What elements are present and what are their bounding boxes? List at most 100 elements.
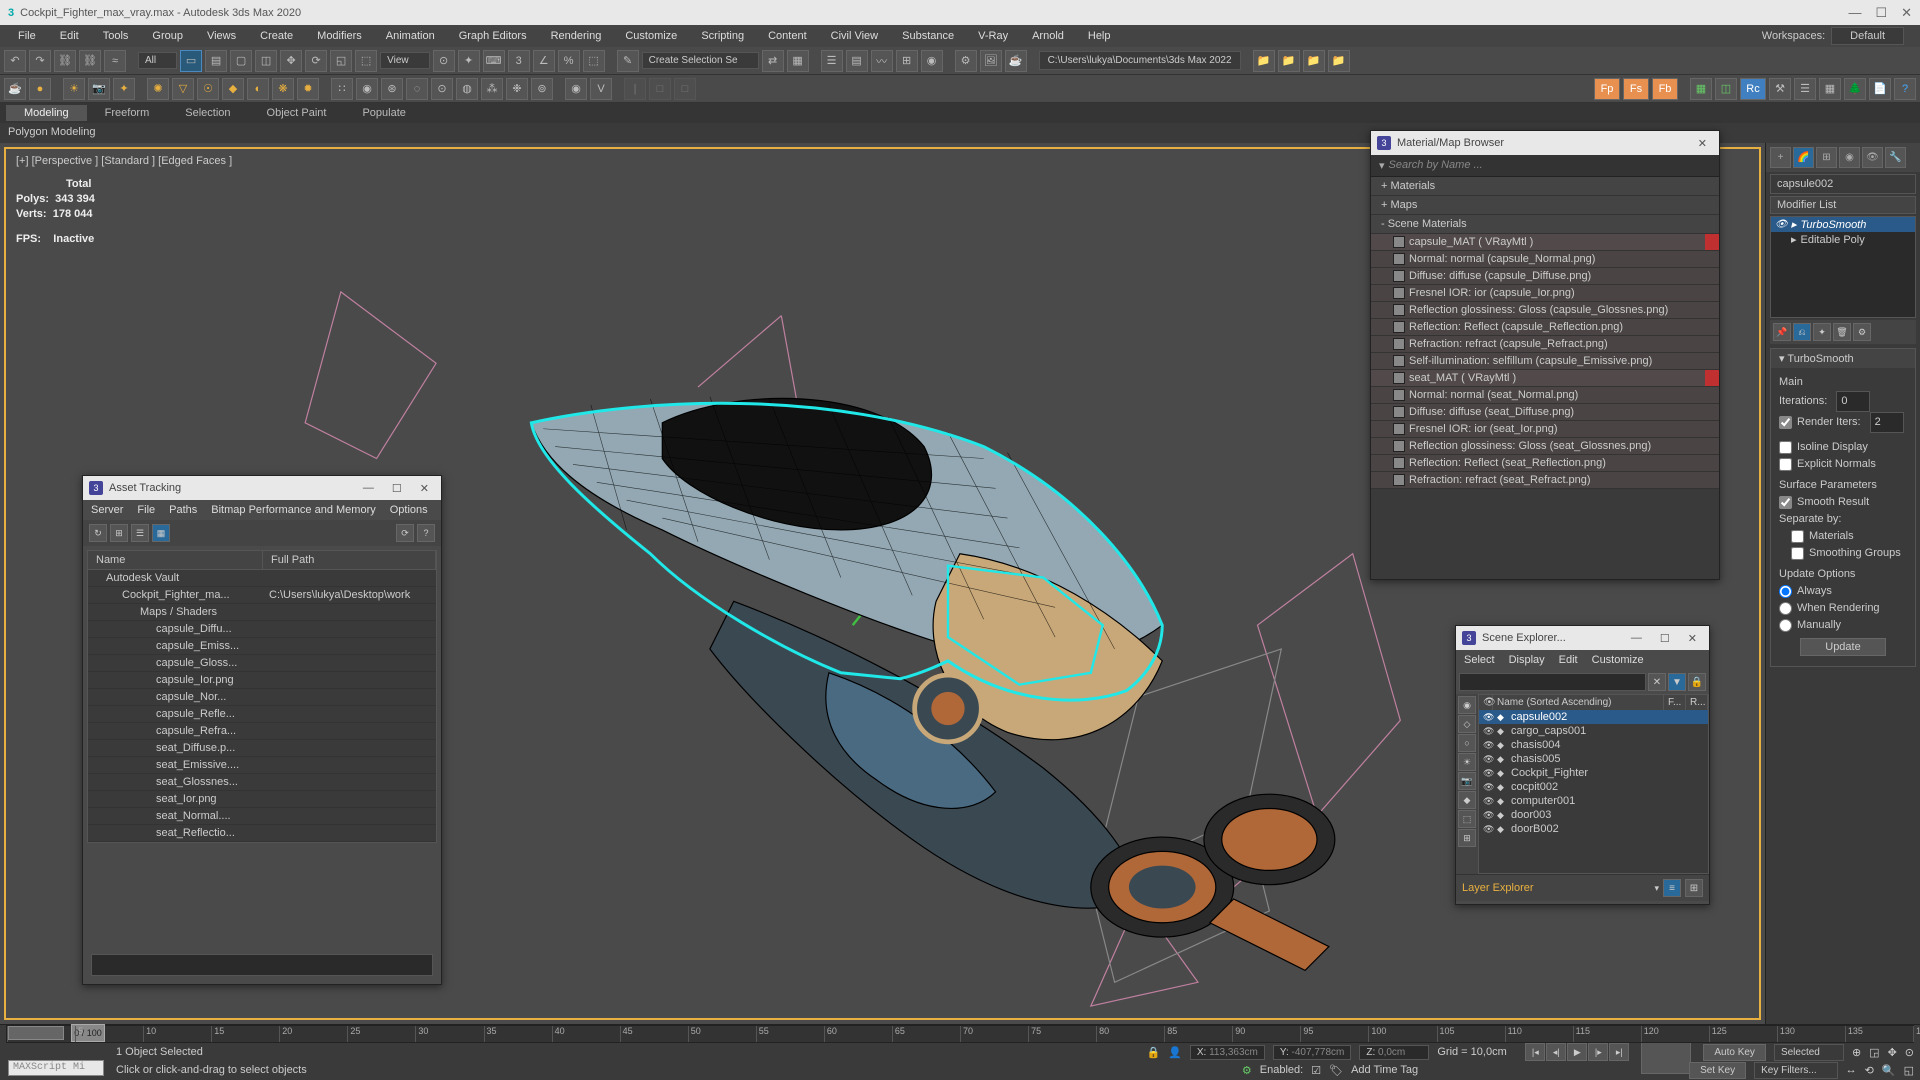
asset-status-icon[interactable]: ⟳ (396, 524, 414, 542)
menu-help[interactable]: Help (1076, 27, 1123, 45)
filter-cam-icon[interactable]: 📷 (1458, 772, 1476, 790)
nav-5-icon[interactable]: ↔ (1846, 1064, 1857, 1076)
named-selection-dropdown[interactable]: Create Selection Se (642, 52, 759, 69)
render-setup-icon[interactable]: ⚙ (955, 50, 977, 72)
asset-table[interactable]: Name Full Path Autodesk VaultCockpit_Fig… (87, 550, 437, 843)
sky-icon[interactable]: ◐ (247, 78, 269, 100)
asset-col-name[interactable]: Name (88, 551, 263, 569)
asset-close-icon[interactable]: ✕ (414, 482, 435, 495)
asset-row[interactable]: capsule_Diffu... (88, 621, 436, 638)
isolate-icon[interactable]: 👤 (1168, 1046, 1182, 1059)
layer-explorer-icon[interactable]: ☰ (821, 50, 843, 72)
maximize-icon[interactable]: ☐ (1875, 5, 1887, 21)
menu-views[interactable]: Views (195, 27, 248, 45)
mat-group[interactable]: - Scene Materials (1371, 215, 1719, 234)
particle-1-icon[interactable]: ∷ (331, 78, 353, 100)
vis-icon[interactable]: 👁 (1483, 754, 1493, 765)
manipulate-icon[interactable]: ✦ (458, 50, 480, 72)
menu-edit[interactable]: Edit (48, 27, 91, 45)
ribbon-tab-selection[interactable]: Selection (167, 105, 248, 121)
z-coord-field[interactable]: Z: 0,0cm (1359, 1045, 1429, 1060)
folder-icon-3[interactable]: 📁 (1303, 50, 1325, 72)
vis-icon[interactable]: 👁 (1483, 824, 1493, 835)
vis-icon[interactable]: 👁 (1483, 712, 1493, 723)
map-node[interactable]: Reflection glossiness: Gloss (capsule_Gl… (1371, 302, 1719, 319)
when-render-radio[interactable] (1779, 602, 1792, 615)
asset-row[interactable]: seat_Ior.png (88, 791, 436, 808)
undo-icon[interactable]: ↶ (4, 50, 26, 72)
vis-icon[interactable]: 👁 (1483, 796, 1493, 807)
asset-menu-bitmap[interactable]: Bitmap Performance and Memory (211, 504, 375, 516)
ribbon-tab-modeling[interactable]: Modeling (6, 105, 87, 121)
ribbon-tab-freeform[interactable]: Freeform (87, 105, 168, 121)
map-node[interactable]: Normal: normal (capsule_Normal.png) (1371, 251, 1719, 268)
vray-sphere-icon[interactable]: ◉ (565, 78, 587, 100)
scene-col-vis[interactable]: 👁 (1479, 695, 1493, 710)
rect-region-icon[interactable]: ▢ (230, 50, 252, 72)
menu-rendering[interactable]: Rendering (539, 27, 614, 45)
asset-row[interactable]: capsule_Refra... (88, 723, 436, 740)
spinner-snap-icon[interactable]: ⬚ (583, 50, 605, 72)
filter-all-icon[interactable]: ◉ (1458, 696, 1476, 714)
scene-close-icon[interactable]: ✕ (1682, 632, 1703, 645)
show-result-icon[interactable]: ⎌ (1793, 323, 1811, 341)
goto-end-icon[interactable]: ▸| (1609, 1043, 1629, 1061)
scene-explorer-window[interactable]: 3 Scene Explorer... ― ☐ ✕ SelectDisplayE… (1455, 625, 1710, 905)
map-node[interactable]: Diffuse: diffuse (capsule_Diffuse.png) (1371, 268, 1719, 285)
asset-row[interactable]: capsule_Gloss... (88, 655, 436, 672)
eye-icon[interactable]: 👁 (1775, 219, 1787, 231)
matbrowser-tree[interactable]: + Materials+ Maps- Scene Materialscapsul… (1371, 177, 1719, 575)
grid-icon[interactable]: ▦ (1819, 78, 1841, 100)
filter-geom-icon[interactable]: ◇ (1458, 715, 1476, 733)
asset-tree-icon[interactable]: ⊞ (110, 524, 128, 542)
folder-icon-1[interactable]: 📁 (1253, 50, 1275, 72)
fs-icon[interactable]: Fs (1623, 78, 1649, 100)
nav-1-icon[interactable]: ⊕ (1852, 1046, 1861, 1059)
pin-stack-icon[interactable]: 📌 (1773, 323, 1791, 341)
timeline[interactable]: 0 / 100 05101520253035404550556065707580… (6, 1025, 1914, 1043)
folder-icon-2[interactable]: 📁 (1278, 50, 1300, 72)
scale-icon[interactable]: ◱ (330, 50, 352, 72)
rollout-header[interactable]: ▾ TurboSmooth (1771, 349, 1915, 368)
scene-col-name[interactable]: Name (Sorted Ascending) (1493, 695, 1664, 710)
particle-7-icon[interactable]: ⁂ (481, 78, 503, 100)
particle-8-icon[interactable]: ❉ (506, 78, 528, 100)
sun-icon[interactable]: ❋ (272, 78, 294, 100)
vis-icon[interactable]: 👁 (1483, 782, 1493, 793)
fp-icon[interactable]: Fp (1594, 78, 1620, 100)
enabled-check-icon[interactable]: ☑ (1311, 1064, 1321, 1077)
asset-row[interactable]: seat_Diffuse.p... (88, 740, 436, 757)
menu-customize[interactable]: Customize (613, 27, 689, 45)
mat-editor-icon[interactable]: ◉ (921, 50, 943, 72)
snap-toggle-icon[interactable]: 3 (508, 50, 530, 72)
list-icon[interactable]: ☰ (1794, 78, 1816, 100)
ref-coord-dropdown[interactable]: View (380, 52, 430, 69)
manually-radio[interactable] (1779, 619, 1792, 632)
next-frame-icon[interactable]: |▸ (1588, 1043, 1608, 1061)
align-icon[interactable]: ▦ (787, 50, 809, 72)
asset-row[interactable]: capsule_Nor... (88, 689, 436, 706)
map-node[interactable]: Refraction: refract (seat_Refract.png) (1371, 472, 1719, 489)
scene-menu-customize[interactable]: Customize (1592, 654, 1644, 666)
project-path-field[interactable]: C:\Users\lukya\Documents\3ds Max 2022 (1039, 51, 1241, 70)
y-coord-field[interactable]: Y: -407,778cm (1273, 1045, 1352, 1060)
scene-menu-edit[interactable]: Edit (1559, 654, 1578, 666)
asset-menu-options[interactable]: Options (390, 504, 428, 516)
modifier-list-dropdown[interactable]: Modifier List (1770, 196, 1916, 214)
scene-object-row[interactable]: 👁◆chasis004 (1479, 738, 1708, 752)
menu-file[interactable]: File (6, 27, 48, 45)
remove-mod-icon[interactable]: 🗑 (1833, 323, 1851, 341)
matbrowser-close-icon[interactable]: ✕ (1692, 137, 1713, 150)
omni-icon[interactable]: ✺ (147, 78, 169, 100)
display-tab-icon[interactable]: 👁 (1862, 147, 1883, 168)
explicit-check[interactable] (1779, 458, 1792, 471)
autokey-button[interactable]: Auto Key (1703, 1044, 1766, 1061)
asset-col-path[interactable]: Full Path (263, 551, 436, 569)
vis-icon[interactable]: 👁 (1483, 740, 1493, 751)
scene-filter-icon[interactable]: ▼ (1668, 673, 1686, 691)
particle-2-icon[interactable]: ◉ (356, 78, 378, 100)
sphere-icon[interactable]: ● (29, 78, 51, 100)
update-button[interactable]: Update (1800, 638, 1885, 656)
scene-menu-select[interactable]: Select (1464, 654, 1495, 666)
asset-menu-file[interactable]: File (137, 504, 155, 516)
